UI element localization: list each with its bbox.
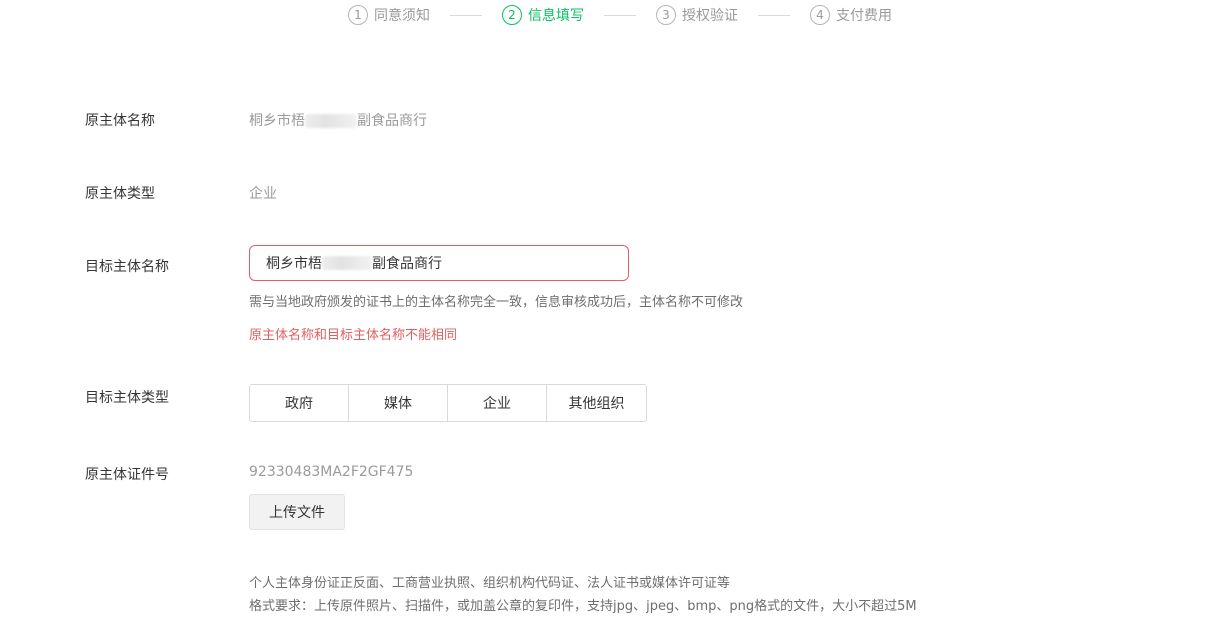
step-2-label: 信息填写	[528, 8, 584, 24]
step-2-number: 2	[502, 5, 522, 25]
step-1-number: 1	[348, 5, 368, 25]
step-3: 3 授权验证	[656, 5, 738, 25]
step-divider	[604, 14, 636, 16]
step-1-label: 同意须知	[374, 8, 430, 24]
target-name-label: 目标主体名称	[85, 259, 169, 275]
target-type-option-other[interactable]: 其他组织	[547, 385, 646, 421]
step-divider	[450, 14, 482, 16]
orig-name-label: 原主体名称	[85, 113, 155, 129]
cert-label: 原主体证件号	[85, 467, 169, 483]
step-divider	[758, 14, 790, 16]
step-3-number: 3	[656, 5, 676, 25]
step-3-label: 授权验证	[682, 8, 738, 24]
orig-name-suffix: 副食品商行	[357, 113, 427, 129]
target-type-label: 目标主体类型	[85, 390, 169, 406]
cert-value: 92330483MA2F2GF475	[249, 464, 414, 480]
orig-name-prefix: 桐乡市梧	[249, 113, 305, 129]
orig-type-label: 原主体类型	[85, 186, 155, 202]
step-4: 4 支付费用	[810, 5, 892, 25]
step-4-label: 支付费用	[836, 8, 892, 24]
target-name-prefix: 桐乡市梧	[266, 256, 322, 272]
target-name-input[interactable]: 桐乡市梧 副食品商行	[249, 245, 629, 281]
step-2: 2 信息填写	[502, 5, 584, 25]
redacted-block	[322, 256, 372, 270]
step-1: 1 同意须知	[348, 5, 430, 25]
orig-name-value: 桐乡市梧 副食品商行	[249, 110, 427, 130]
target-name-hint: 需与当地政府颁发的证书上的主体名称完全一致，信息审核成功后，主体名称不可修改	[249, 295, 744, 310]
target-name-suffix: 副食品商行	[372, 256, 442, 272]
step-4-number: 4	[810, 5, 830, 25]
upload-hint-format: 格式要求：上传原件照片、扫描件，或加盖公章的复印件，支持jpg、jpeg、bmp…	[249, 599, 917, 614]
upload-file-button[interactable]: 上传文件	[249, 494, 345, 530]
upload-hint-docs: 个人主体身份证正反面、工商营业执照、组织机构代码证、法人证书或媒体许可证等	[249, 576, 731, 591]
target-type-option-enterprise[interactable]: 企业	[448, 385, 547, 421]
target-type-option-government[interactable]: 政府	[250, 385, 349, 421]
target-type-option-media[interactable]: 媒体	[349, 385, 448, 421]
orig-type-value: 企业	[249, 186, 277, 202]
step-indicator: 1 同意须知 2 信息填写 3 授权验证 4 支付费用	[348, 4, 892, 26]
target-type-selector: 政府 媒体 企业 其他组织	[249, 384, 647, 422]
redacted-block	[305, 114, 357, 128]
target-name-error: 原主体名称和目标主体名称不能相同	[249, 328, 458, 343]
